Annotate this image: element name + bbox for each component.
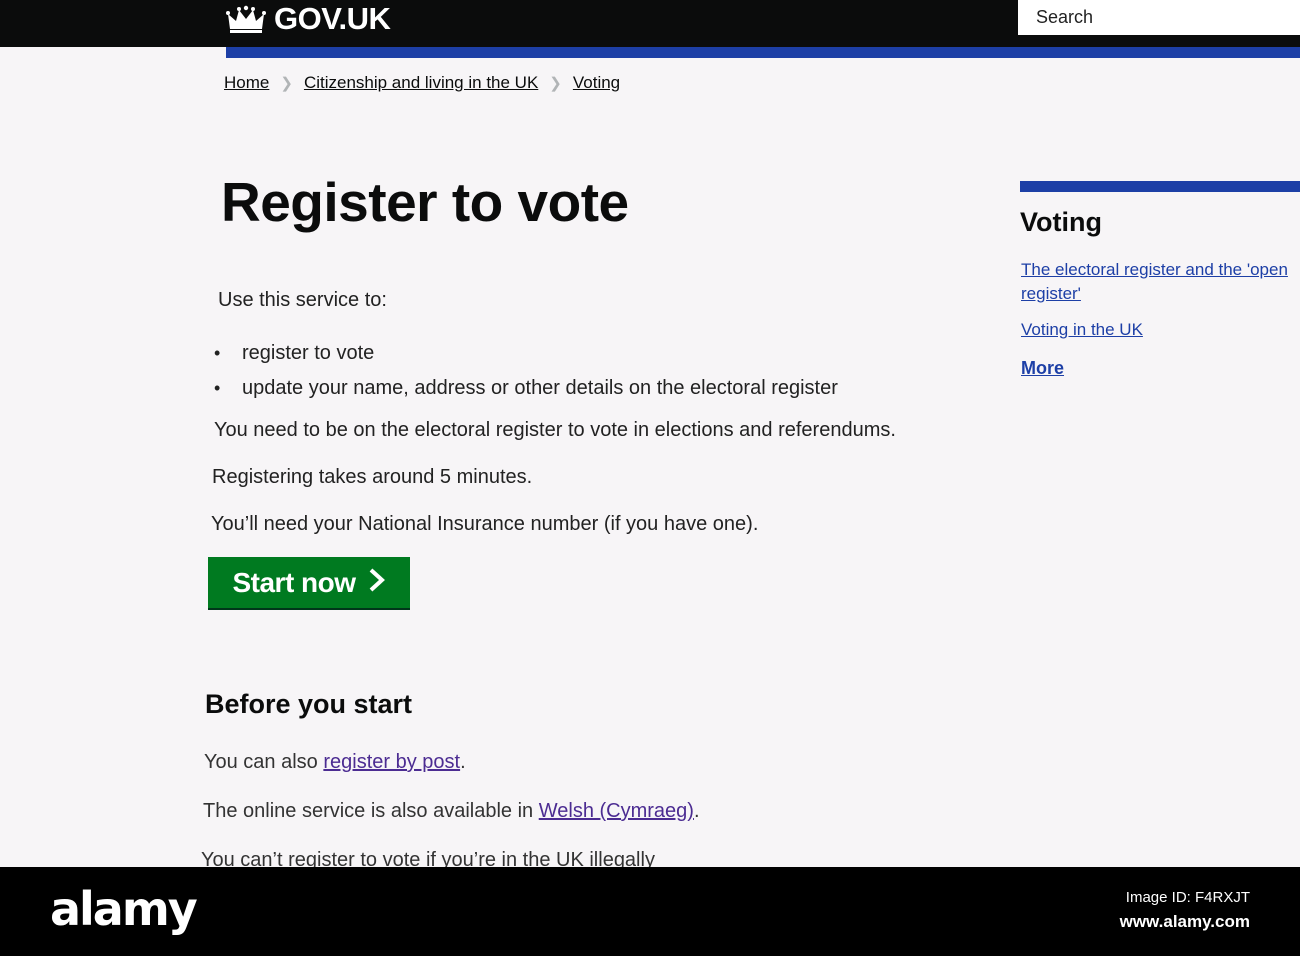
service-list: • register to vote • update your name, a… [214, 336, 838, 406]
post-prefix: You can also [204, 751, 324, 773]
search-input[interactable] [1018, 0, 1300, 35]
sidebar-link-voting-in-uk[interactable]: Voting in the UK [1021, 320, 1143, 340]
alamy-logo: alamy [50, 882, 198, 936]
chevron-right-icon: ❯ [280, 75, 293, 92]
welsh-paragraph: The online service is also available in … [203, 800, 700, 823]
post-suffix: . [460, 751, 466, 773]
image-id-text: Image ID: F4RXJT [1125, 889, 1250, 906]
electoral-register-paragraph: You need to be on the electoral register… [214, 419, 896, 441]
logo-text: GOV.UK [274, 1, 391, 36]
watermark-url: www.alamy.com [1119, 912, 1250, 931]
start-now-button[interactable]: Start now [208, 557, 410, 610]
list-item: • update your name, address or other det… [214, 371, 838, 406]
breadcrumb-citizenship[interactable]: Citizenship and living in the UK [304, 73, 538, 93]
sidebar-more-link[interactable]: More [1021, 358, 1064, 379]
duration-paragraph: Registering takes around 5 minutes. [212, 466, 533, 488]
list-item: • register to vote [214, 336, 838, 371]
govuk-logo[interactable]: GOV.UK [226, 0, 391, 38]
post-paragraph: You can also register by post. [204, 751, 466, 774]
ni-number-paragraph: You’ll need your National Insurance numb… [211, 513, 759, 535]
crown-icon [226, 5, 266, 33]
breadcrumb-home[interactable]: Home [224, 73, 269, 93]
header-blue-stripe [226, 47, 1300, 58]
welsh-prefix: The online service is also available in [203, 800, 539, 822]
before-you-start-heading: Before you start [205, 689, 413, 719]
intro-text: Use this service to: [218, 289, 387, 311]
list-item-text: update your name, address or other detai… [242, 377, 838, 399]
start-now-label: Start now [232, 566, 356, 598]
page-title: Register to vote [221, 171, 629, 233]
chevron-right-icon [368, 567, 386, 599]
bullet-icon: • [214, 378, 221, 398]
chevron-right-icon: ❯ [549, 75, 562, 92]
breadcrumb-voting[interactable]: Voting [573, 73, 620, 93]
welsh-link[interactable]: Welsh (Cymraeg) [539, 800, 694, 822]
welsh-suffix: . [693, 800, 700, 822]
sidebar-blue-rule [1020, 181, 1300, 192]
breadcrumb: Home ❯ Citizenship and living in the UK … [224, 73, 620, 93]
bullet-icon: • [214, 343, 221, 363]
sidebar-title: Voting [1020, 207, 1102, 237]
sidebar-link-electoral-register[interactable]: The electoral register and the 'open reg… [1021, 258, 1300, 306]
register-by-post-link[interactable]: register by post [323, 751, 460, 773]
list-item-text: register to vote [242, 342, 375, 364]
